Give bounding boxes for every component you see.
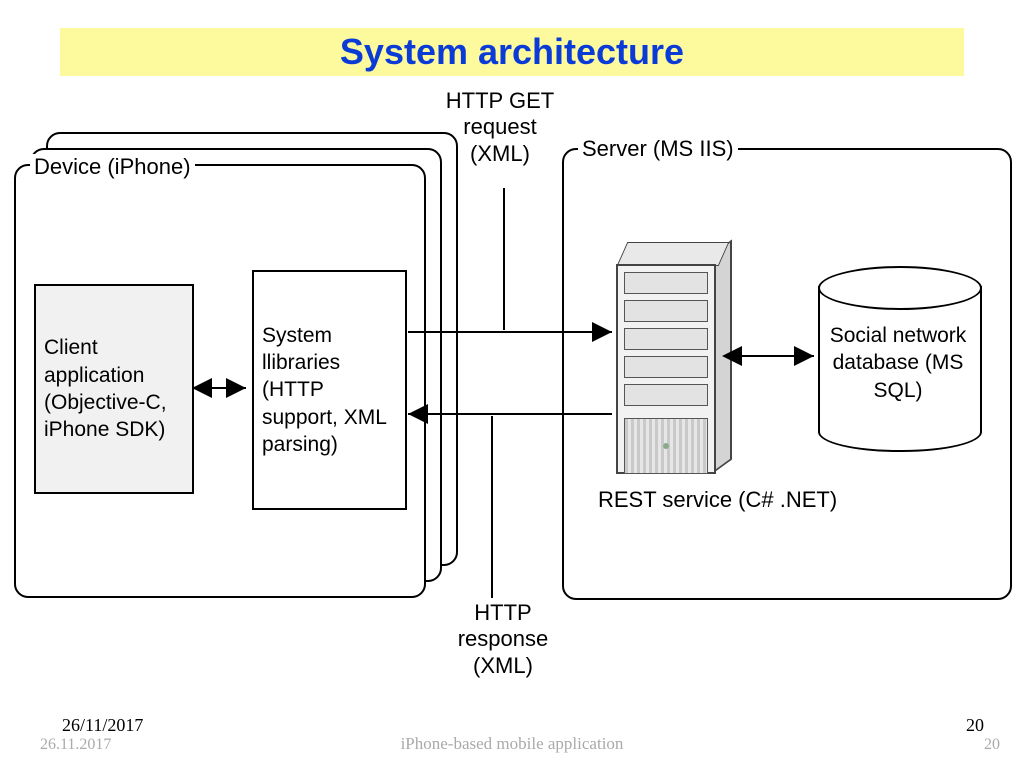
device-legend: Device (iPhone): [30, 154, 195, 180]
rest-service-label: REST service (C# .NET): [598, 486, 837, 514]
database-label: Social network database (MS SQL): [818, 322, 978, 404]
title-bar: System architecture: [60, 28, 964, 76]
footer-page-top: 20: [966, 715, 984, 736]
http-get-label: HTTP GET request (XML): [440, 88, 560, 167]
http-response-label: HTTP response (XML): [438, 600, 568, 679]
footer-page-bottom: 20: [984, 736, 1000, 754]
slide-title: System architecture: [340, 31, 684, 72]
system-libraries-label: System llibraries (HTTP support, XML par…: [262, 322, 397, 458]
server-legend: Server (MS IIS): [578, 136, 738, 162]
database-icon: Social network database (MS SQL): [818, 266, 978, 450]
server-tower-icon: [616, 242, 728, 472]
footer-title: iPhone-based mobile application: [0, 734, 1024, 754]
footer-date-top: 26/11/2017: [62, 715, 143, 736]
server-group: Server (MS IIS) REST service (C# .NET) S…: [562, 148, 1012, 600]
system-libraries-box: System llibraries (HTTP support, XML par…: [252, 270, 407, 510]
device-frame-front: Device (iPhone) Client application (Obje…: [14, 164, 426, 598]
client-application-label: Client application (Objective-C, iPhone …: [44, 334, 184, 443]
architecture-diagram: Device (iPhone) Client application (Obje…: [14, 132, 1010, 652]
client-application-box: Client application (Objective-C, iPhone …: [34, 284, 194, 494]
slide: System architecture Device (iPhone) Clie…: [0, 0, 1024, 768]
